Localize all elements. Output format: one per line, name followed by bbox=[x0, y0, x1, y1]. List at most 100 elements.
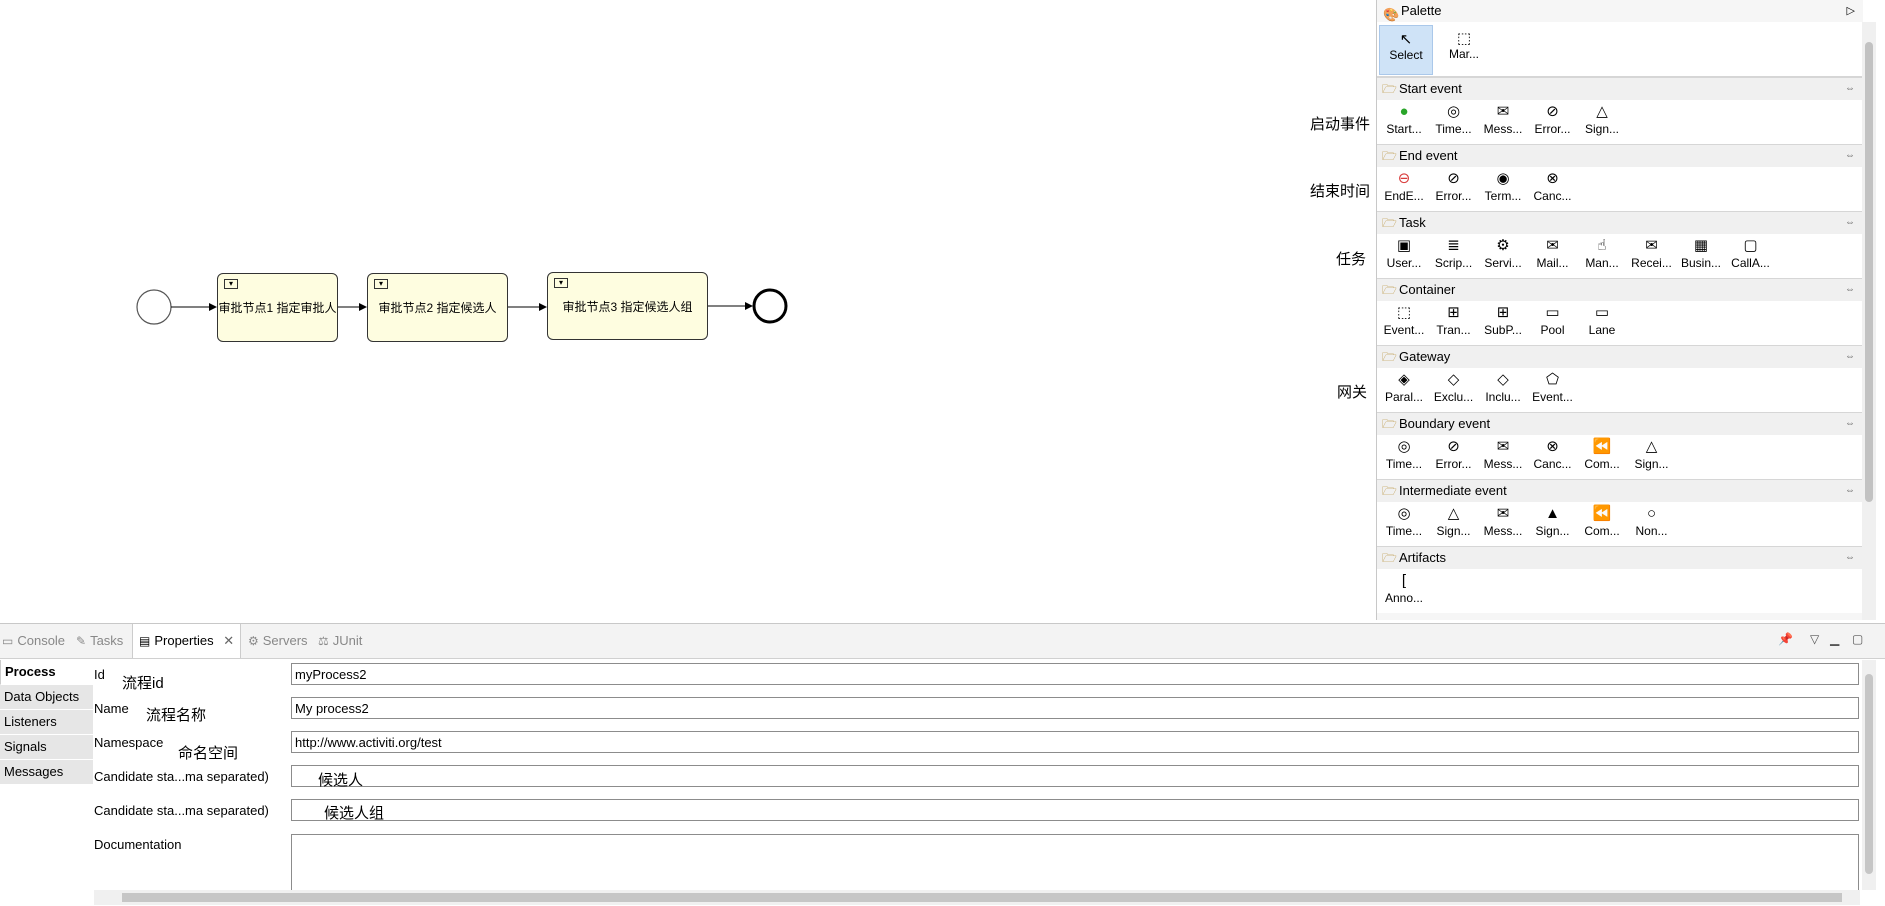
scrollbar-thumb[interactable] bbox=[122, 893, 1842, 902]
documentation-textarea[interactable] bbox=[291, 834, 1859, 892]
user-task-1[interactable]: ▾ 审批节点1 指定审批人 bbox=[217, 273, 338, 342]
palette-item-business-rule[interactable]: ▦ Busin... bbox=[1676, 236, 1726, 270]
palette-item-inclusive-gateway[interactable]: ◇ Inclu... bbox=[1478, 370, 1528, 404]
pin-drawer-icon[interactable]: ⇔ bbox=[1845, 279, 1855, 301]
pin-drawer-icon[interactable]: ⇔ bbox=[1845, 212, 1855, 234]
palette-item-script[interactable]: ≣ Scrip... bbox=[1429, 236, 1479, 270]
palette-item-transaction[interactable]: ⊞ Tran... bbox=[1429, 303, 1479, 337]
side-tab-messages[interactable]: Messages bbox=[0, 760, 93, 785]
side-tab-signals[interactable]: Signals bbox=[0, 735, 93, 760]
annotation-namespace: 命名空间 bbox=[178, 745, 239, 762]
palette-item-mail[interactable]: ✉ Mail... bbox=[1528, 236, 1578, 270]
palette-item-compensation[interactable]: ⏪ Com... bbox=[1577, 504, 1627, 538]
palette-item-timer[interactable]: ◎ Time... bbox=[1379, 504, 1429, 538]
drawer-boundary-event[interactable]: 🗁 Boundary event ⇔ bbox=[1377, 412, 1863, 435]
tab-junit[interactable]: ⚖ JUnit bbox=[318, 624, 362, 658]
annotation-gateway: 网关 bbox=[1337, 384, 1368, 401]
collapse-triangle-icon[interactable]: ▷ bbox=[1847, 0, 1855, 22]
user-task-3[interactable]: ▾ 审批节点3 指定候选人组 bbox=[547, 272, 708, 340]
scrollbar-thumb[interactable] bbox=[1865, 674, 1873, 874]
side-tab-listeners[interactable]: Listeners bbox=[0, 710, 93, 735]
drawer-start-event[interactable]: 🗁 Start event ⇔ bbox=[1377, 77, 1863, 100]
select-tool[interactable]: ↖ Select bbox=[1379, 25, 1433, 75]
palette-item-receive[interactable]: ✉ Recei... bbox=[1627, 236, 1677, 270]
palette-item-signal[interactable]: △ Sign... bbox=[1429, 504, 1479, 538]
palette-item-lane[interactable]: ▭ Lane bbox=[1577, 303, 1627, 337]
palette-scrollbar[interactable] bbox=[1862, 22, 1876, 620]
pin-view-icon[interactable]: 📌 bbox=[1778, 632, 1793, 646]
palette-item-error[interactable]: ⊘ Error... bbox=[1429, 437, 1479, 471]
palette-item-start-event[interactable]: ● Start... bbox=[1379, 102, 1429, 136]
palette-item-label: SubP... bbox=[1484, 323, 1522, 337]
scrollbar-thumb[interactable] bbox=[1865, 42, 1873, 502]
tab-console[interactable]: ▭ Console bbox=[2, 624, 65, 658]
namespace-field[interactable] bbox=[291, 731, 1859, 753]
view-menu-icon[interactable]: ▽ bbox=[1810, 632, 1819, 646]
palette-item-signal-throw[interactable]: ▲ Sign... bbox=[1528, 504, 1578, 538]
close-icon[interactable]: ✕ bbox=[223, 633, 234, 648]
drawer-title: End event bbox=[1399, 148, 1458, 163]
palette-item-manual[interactable]: ☝ Man... bbox=[1577, 236, 1627, 270]
side-tab-data-objects[interactable]: Data Objects bbox=[0, 685, 93, 710]
tab-tasks[interactable]: ✎ Tasks bbox=[76, 624, 123, 658]
annotation-end-event: 结束时间 bbox=[1310, 183, 1371, 200]
palette-item-cancel[interactable]: ⊗ Canc... bbox=[1528, 437, 1578, 471]
palette-item-event-subprocess[interactable]: ⬚ Event... bbox=[1379, 303, 1429, 337]
palette-item-message[interactable]: ✉ Mess... bbox=[1478, 504, 1528, 538]
user-task-2[interactable]: ▾ 审批节点2 指定候选人 bbox=[367, 273, 508, 342]
marquee-tool[interactable]: ⬚ Mar... bbox=[1437, 25, 1491, 75]
horizontal-scrollbar[interactable] bbox=[94, 890, 1860, 905]
palette-item-message[interactable]: ✉ Mess... bbox=[1478, 437, 1528, 471]
palette-item-subprocess[interactable]: ⊞ SubP... bbox=[1478, 303, 1528, 337]
palette-item-annotation[interactable]: [Anno... bbox=[1379, 571, 1429, 605]
name-field[interactable] bbox=[291, 697, 1859, 719]
palette-item-pool[interactable]: ▭ Pool bbox=[1528, 303, 1578, 337]
pin-drawer-icon[interactable]: ⇔ bbox=[1845, 346, 1855, 368]
maximize-icon[interactable]: ▢ bbox=[1852, 632, 1863, 646]
palette-item-error[interactable]: ⊘ Error... bbox=[1429, 169, 1479, 203]
pin-drawer-icon[interactable]: ⇔ bbox=[1845, 145, 1855, 167]
drawer-intermediate-event[interactable]: 🗁 Intermediate event ⇔ bbox=[1377, 479, 1863, 502]
palette-item-message[interactable]: ✉ Mess... bbox=[1478, 102, 1528, 136]
drawer-artifacts[interactable]: 🗁 Artifacts ⇔ bbox=[1377, 546, 1863, 569]
palette-item-error[interactable]: ⊘ Error... bbox=[1528, 102, 1578, 136]
candidate-users-field[interactable] bbox=[291, 765, 1859, 787]
user-task-icon: ▾ bbox=[224, 279, 238, 289]
diagram-canvas[interactable]: ▾ 审批节点1 指定审批人 ▾ 审批节点2 指定候选人 ▾ 审批节点3 指定候选… bbox=[0, 0, 1376, 623]
palette-item-cancel[interactable]: ⊗ Canc... bbox=[1528, 169, 1578, 203]
palette-item-none-event[interactable]: ○ Non... bbox=[1627, 504, 1677, 538]
palette-item-gear[interactable]: ⚙ Servi... bbox=[1478, 236, 1528, 270]
tab-properties[interactable]: ▤ Properties ✕ bbox=[132, 624, 242, 658]
id-field[interactable] bbox=[291, 663, 1859, 685]
palette-item-timer[interactable]: ◎ Time... bbox=[1379, 437, 1429, 471]
drawer-container[interactable]: 🗁 Container ⇔ bbox=[1377, 278, 1863, 301]
palette-item-call-activity[interactable]: ▢ CallA... bbox=[1726, 236, 1776, 270]
palette-item-parallel-gateway[interactable]: ◈ Paral... bbox=[1379, 370, 1429, 404]
pin-drawer-icon[interactable]: ⇔ bbox=[1845, 413, 1855, 435]
timer-icon: ◎ bbox=[1397, 438, 1411, 455]
palette-item-end-event[interactable]: ⊖ EndE... bbox=[1379, 169, 1429, 203]
vertical-scrollbar[interactable] bbox=[1862, 660, 1876, 890]
palette-item-event-gateway[interactable]: ⬠ Event... bbox=[1528, 370, 1578, 404]
drawer-task[interactable]: 🗁 Task ⇔ bbox=[1377, 211, 1863, 234]
pool-icon: ▭ bbox=[1545, 304, 1560, 321]
side-tab-process[interactable]: Process bbox=[0, 660, 93, 685]
palette-item-compensation[interactable]: ⏪ Com... bbox=[1577, 437, 1627, 471]
start-event-icon: ● bbox=[1399, 103, 1409, 120]
pin-drawer-icon[interactable]: ⇔ bbox=[1845, 78, 1855, 100]
drawer-gateway[interactable]: 🗁 Gateway ⇔ bbox=[1377, 345, 1863, 368]
tab-servers[interactable]: ⚙ Servers bbox=[248, 624, 308, 658]
pin-drawer-icon[interactable]: ⇔ bbox=[1845, 547, 1855, 569]
palette-item-label: Anno... bbox=[1384, 591, 1424, 605]
pin-drawer-icon[interactable]: ⇔ bbox=[1845, 480, 1855, 502]
palette-item-timer[interactable]: ◎ Time... bbox=[1429, 102, 1479, 136]
palette-item-signal[interactable]: △ Sign... bbox=[1627, 437, 1677, 471]
palette-item-signal[interactable]: △ Sign... bbox=[1577, 102, 1627, 136]
candidate-groups-field[interactable] bbox=[291, 799, 1859, 821]
palette-item-user-task[interactable]: ▣ User... bbox=[1379, 236, 1429, 270]
drawer-end-event[interactable]: 🗁 End event ⇔ bbox=[1377, 144, 1863, 167]
palette-item-exclusive-gateway[interactable]: ◇ Exclu... bbox=[1429, 370, 1479, 404]
folder-icon: 🗁 bbox=[1382, 283, 1397, 297]
minimize-icon[interactable]: ▁ bbox=[1830, 632, 1839, 646]
palette-item-terminate[interactable]: ◉ Term... bbox=[1478, 169, 1528, 203]
